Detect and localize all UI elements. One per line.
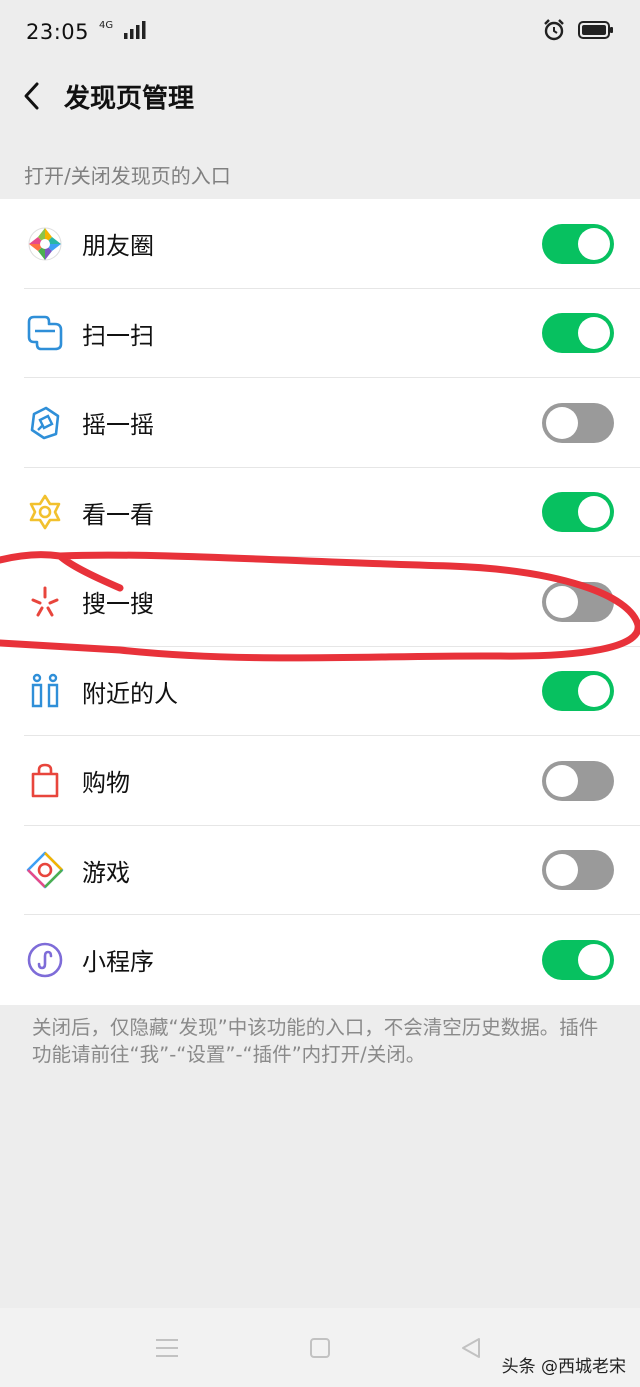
item-label: 购物 (82, 769, 130, 798)
back-arrow-icon (24, 82, 39, 110)
mini-program-icon (24, 939, 66, 981)
back-button[interactable] (0, 64, 64, 128)
toggle-knob (546, 764, 578, 797)
list-item-games[interactable]: 游戏 (0, 826, 640, 916)
signal-icon (123, 20, 147, 44)
page-title: 发现页管理 (64, 83, 195, 114)
toggle-switch-scan[interactable] (542, 313, 614, 354)
list-item-top-stories[interactable]: 看一看 (0, 468, 640, 558)
toggle-knob (578, 943, 610, 976)
top-bar: 发现页管理 (0, 64, 640, 128)
toggle-switch-people-nearby[interactable] (542, 671, 614, 712)
scan-icon (24, 312, 66, 354)
item-label: 摇一摇 (82, 411, 154, 440)
toggle-knob (546, 406, 578, 439)
shopping-bag-icon (24, 760, 66, 802)
list-item-search[interactable]: 搜一搜 (0, 557, 640, 647)
network-type: 4G (99, 19, 114, 31)
toggle-switch-games[interactable] (542, 850, 614, 891)
toggle-switch-mini-program[interactable] (542, 939, 614, 980)
home-square-icon (310, 1338, 330, 1358)
list-item-scan[interactable]: 扫一扫 (0, 289, 640, 379)
home-button[interactable] (302, 1330, 338, 1366)
settings-list: 朋友圈 扫一扫 摇一摇 看一看 搜一搜 附近的人 购物 游戏 小程序 (0, 199, 640, 1005)
toggle-knob (546, 854, 578, 887)
battery-icon (578, 20, 614, 44)
list-item-moments[interactable]: 朋友圈 (0, 199, 640, 289)
item-label: 搜一搜 (82, 590, 154, 619)
item-label: 附近的人 (82, 679, 178, 708)
people-nearby-icon (24, 670, 66, 712)
status-bar: 23:05 4G (0, 0, 640, 64)
footer-note: 关闭后，仅隐藏“发现”中该功能的入口，不会清空历史数据。插件功能请前往“我”-“… (32, 1016, 599, 1066)
section-label: 打开/关闭发现页的入口 (24, 164, 231, 188)
list-item-people-nearby[interactable]: 附近的人 (0, 647, 640, 737)
list-item-mini-program[interactable]: 小程序 (0, 915, 640, 1005)
clock: 23:05 (26, 20, 90, 44)
top-stories-icon (24, 491, 66, 533)
toggle-knob (578, 675, 610, 708)
back-triangle-icon (462, 1338, 480, 1358)
item-label: 小程序 (82, 948, 154, 977)
toggle-knob (578, 317, 610, 350)
watermark: 头条 @西城老宋 (501, 1357, 626, 1377)
item-label: 扫一扫 (82, 321, 154, 350)
toggle-knob (578, 227, 610, 260)
shake-icon (24, 402, 66, 444)
search-icon (24, 581, 66, 623)
toggle-switch-top-stories[interactable] (542, 492, 614, 533)
toggle-switch-moments[interactable] (542, 223, 614, 264)
status-left: 23:05 4G (26, 20, 147, 44)
alarm-icon (542, 18, 566, 46)
games-icon (24, 849, 66, 891)
status-right (542, 18, 614, 46)
item-label: 看一看 (82, 500, 154, 529)
back-nav-button[interactable] (453, 1330, 489, 1366)
menu-icon (156, 1339, 178, 1357)
toggle-knob (546, 585, 578, 618)
item-label: 朋友圈 (82, 232, 154, 261)
moments-icon (24, 223, 66, 265)
toggle-switch-shopping[interactable] (542, 760, 614, 801)
list-item-shake[interactable]: 摇一摇 (0, 378, 640, 468)
list-item-shopping[interactable]: 购物 (0, 736, 640, 826)
item-label: 游戏 (82, 858, 130, 887)
toggle-switch-search[interactable] (542, 581, 614, 622)
menu-button[interactable] (149, 1330, 185, 1366)
toggle-knob (578, 496, 610, 529)
toggle-switch-shake[interactable] (542, 402, 614, 443)
